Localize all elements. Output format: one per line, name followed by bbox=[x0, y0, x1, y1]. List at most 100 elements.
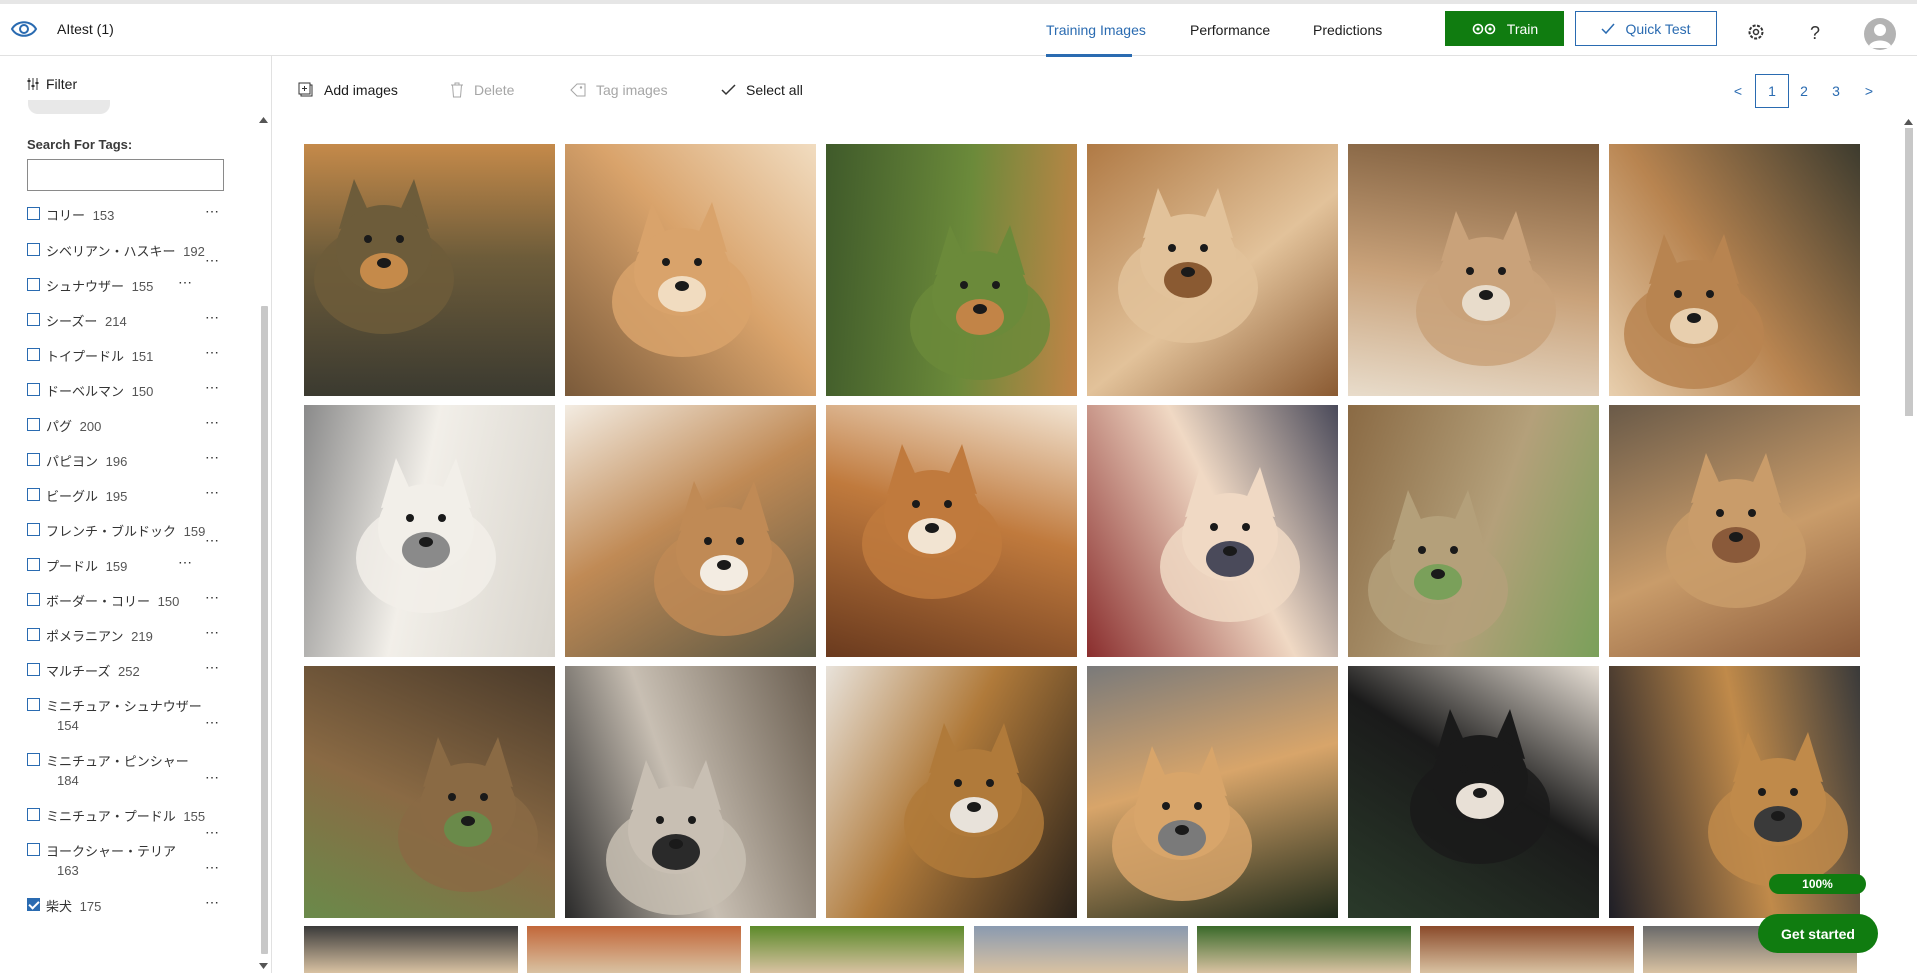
training-image[interactable] bbox=[304, 666, 555, 918]
next-page-button[interactable]: > bbox=[1852, 74, 1886, 108]
tag-checkbox[interactable] bbox=[27, 453, 40, 466]
tag-more-icon[interactable]: ⋯ bbox=[205, 414, 220, 431]
tab-performance[interactable]: Performance bbox=[1190, 22, 1270, 38]
tag-checkbox[interactable] bbox=[27, 753, 40, 766]
tag-more-icon[interactable]: ⋯ bbox=[205, 589, 220, 606]
training-image[interactable] bbox=[1087, 405, 1338, 657]
tag-more-icon[interactable]: ⋯ bbox=[205, 824, 220, 841]
tag-checkbox[interactable] bbox=[27, 808, 40, 821]
tag-more-icon[interactable]: ⋯ bbox=[178, 554, 193, 571]
training-image[interactable] bbox=[1348, 405, 1599, 657]
tag-more-icon[interactable]: ⋯ bbox=[205, 859, 220, 876]
tag-item[interactable]: 柴犬 175 ⋯ bbox=[27, 894, 227, 930]
tag-more-icon[interactable]: ⋯ bbox=[205, 714, 220, 731]
tag-checkbox[interactable] bbox=[27, 207, 40, 220]
select-all-button[interactable]: Select all bbox=[721, 82, 803, 98]
tag-checkbox[interactable] bbox=[27, 663, 40, 676]
page-2-button[interactable]: 2 bbox=[1787, 74, 1821, 108]
training-image[interactable] bbox=[1348, 666, 1599, 918]
training-image[interactable] bbox=[304, 144, 555, 396]
training-image[interactable] bbox=[1420, 926, 1634, 973]
training-image[interactable] bbox=[974, 926, 1188, 973]
tag-checkbox[interactable] bbox=[27, 593, 40, 606]
page-1-button[interactable]: 1 bbox=[1755, 74, 1789, 108]
prev-page-button[interactable]: < bbox=[1721, 74, 1755, 108]
tag-more-icon[interactable]: ⋯ bbox=[205, 449, 220, 466]
filter-button[interactable]: Filter bbox=[26, 76, 77, 92]
tag-more-icon[interactable]: ⋯ bbox=[205, 532, 220, 549]
tag-more-icon[interactable]: ⋯ bbox=[205, 769, 220, 786]
tag-checkbox[interactable] bbox=[27, 523, 40, 536]
add-images-button[interactable]: Add images bbox=[298, 82, 398, 98]
quick-test-button[interactable]: Quick Test bbox=[1575, 11, 1717, 46]
gear-icon[interactable] bbox=[1745, 21, 1767, 43]
project-title[interactable]: AItest (1) bbox=[57, 21, 114, 37]
tag-checkbox[interactable] bbox=[27, 843, 40, 856]
tag-item[interactable]: パグ 200 ⋯ bbox=[27, 414, 227, 450]
training-image[interactable] bbox=[1609, 405, 1860, 657]
tag-images-button[interactable]: Tag images bbox=[570, 82, 668, 98]
tag-item[interactable]: パピヨン 196 ⋯ bbox=[27, 449, 227, 485]
scroll-up-icon[interactable] bbox=[259, 117, 268, 123]
tag-more-icon[interactable]: ⋯ bbox=[205, 659, 220, 676]
training-image[interactable] bbox=[1609, 144, 1860, 396]
training-image[interactable] bbox=[826, 405, 1077, 657]
tag-more-icon[interactable]: ⋯ bbox=[205, 484, 220, 501]
help-icon[interactable]: ? bbox=[1804, 21, 1826, 43]
eye-icon[interactable] bbox=[10, 17, 38, 41]
tag-item[interactable]: シュナウザー 155 ⋯ bbox=[27, 274, 227, 310]
get-started-button[interactable]: Get started bbox=[1758, 914, 1878, 953]
training-image[interactable] bbox=[565, 405, 816, 657]
tag-more-icon[interactable]: ⋯ bbox=[205, 624, 220, 641]
search-tags-input[interactable] bbox=[27, 159, 224, 191]
tag-item[interactable]: シベリアン・ハスキー 192 ⋯ bbox=[27, 241, 227, 275]
training-image[interactable] bbox=[1197, 926, 1411, 973]
tab-training-images[interactable]: Training Images bbox=[1046, 22, 1146, 38]
tag-item[interactable]: フレンチ・ブルドック 159 ⋯ bbox=[27, 521, 227, 555]
training-image[interactable] bbox=[304, 405, 555, 657]
delete-button[interactable]: Delete bbox=[450, 82, 514, 98]
tag-item[interactable]: ミニチュア・プードル 155 ⋯ bbox=[27, 806, 227, 840]
tag-checkbox[interactable] bbox=[27, 898, 40, 911]
tag-item[interactable]: ポメラニアン 219 ⋯ bbox=[27, 624, 227, 660]
tag-item[interactable]: トイプードル 151 ⋯ bbox=[27, 344, 227, 380]
training-image[interactable] bbox=[1087, 144, 1338, 396]
tag-checkbox[interactable] bbox=[27, 348, 40, 361]
image-grid-scrollbar[interactable] bbox=[1905, 128, 1913, 416]
tag-item[interactable]: シーズー 214 ⋯ bbox=[27, 309, 227, 345]
tag-more-icon[interactable]: ⋯ bbox=[205, 252, 220, 269]
tag-item[interactable]: ヨークシャー・テリア 163 ⋯ bbox=[27, 841, 227, 878]
tab-predictions[interactable]: Predictions bbox=[1313, 22, 1382, 38]
avatar[interactable] bbox=[1864, 18, 1896, 50]
tag-checkbox[interactable] bbox=[27, 383, 40, 396]
page-3-button[interactable]: 3 bbox=[1819, 74, 1853, 108]
tag-item[interactable]: ミニチュア・ピンシャー 184 ⋯ bbox=[27, 751, 227, 788]
tag-more-icon[interactable]: ⋯ bbox=[178, 274, 193, 291]
tag-item[interactable]: プードル 159 ⋯ bbox=[27, 554, 227, 590]
training-image[interactable] bbox=[565, 666, 816, 918]
tag-item[interactable]: ミニチュア・シュナウザー 154 ⋯ bbox=[27, 696, 227, 733]
tag-item[interactable]: マルチーズ 252 ⋯ bbox=[27, 659, 227, 695]
training-image[interactable] bbox=[1087, 666, 1338, 918]
selected-tag-chip[interactable] bbox=[28, 100, 110, 114]
tag-item[interactable]: ボーダー・コリー 150 ⋯ bbox=[27, 589, 227, 625]
tag-checkbox[interactable] bbox=[27, 488, 40, 501]
training-image[interactable] bbox=[527, 926, 741, 973]
training-image[interactable] bbox=[826, 666, 1077, 918]
scroll-up-icon[interactable] bbox=[1904, 119, 1913, 125]
training-image[interactable] bbox=[750, 926, 964, 973]
training-image[interactable] bbox=[304, 926, 518, 973]
tag-item[interactable]: ドーベルマン 150 ⋯ bbox=[27, 379, 227, 415]
scroll-down-icon[interactable] bbox=[259, 963, 268, 969]
tag-checkbox[interactable] bbox=[27, 313, 40, 326]
sidebar-scrollbar[interactable] bbox=[261, 306, 268, 954]
tag-more-icon[interactable]: ⋯ bbox=[205, 894, 220, 911]
tag-more-icon[interactable]: ⋯ bbox=[205, 309, 220, 326]
tag-checkbox[interactable] bbox=[27, 558, 40, 571]
tag-item[interactable]: ビーグル 195 ⋯ bbox=[27, 484, 227, 520]
tag-more-icon[interactable]: ⋯ bbox=[205, 379, 220, 396]
train-button[interactable]: Train bbox=[1445, 11, 1564, 46]
tag-checkbox[interactable] bbox=[27, 278, 40, 291]
training-image[interactable] bbox=[1348, 144, 1599, 396]
tag-more-icon[interactable]: ⋯ bbox=[205, 203, 220, 220]
